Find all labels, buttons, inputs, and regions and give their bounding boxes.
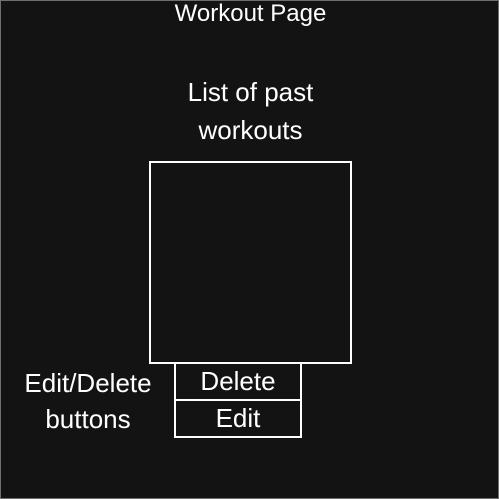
edit-delete-annotation-line-2: buttons: [45, 404, 131, 434]
workout-list-label-line-1: List of past: [187, 77, 314, 107]
workout-list-label-line-2: workouts: [198, 115, 303, 145]
delete-button[interactable]: Delete: [174, 362, 302, 401]
edit-delete-annotation-line-1: Edit/Delete: [24, 368, 152, 398]
page-title: Workout Page: [174, 0, 327, 27]
edit-delete-annotation: Edit/Delete buttons: [7, 365, 169, 437]
wireframe-canvas: Workout Page List of past workouts Edit/…: [0, 0, 499, 499]
edit-button[interactable]: Edit: [174, 399, 302, 438]
workout-list-label: List of past workouts: [150, 73, 351, 149]
past-workouts-list: [149, 161, 352, 364]
